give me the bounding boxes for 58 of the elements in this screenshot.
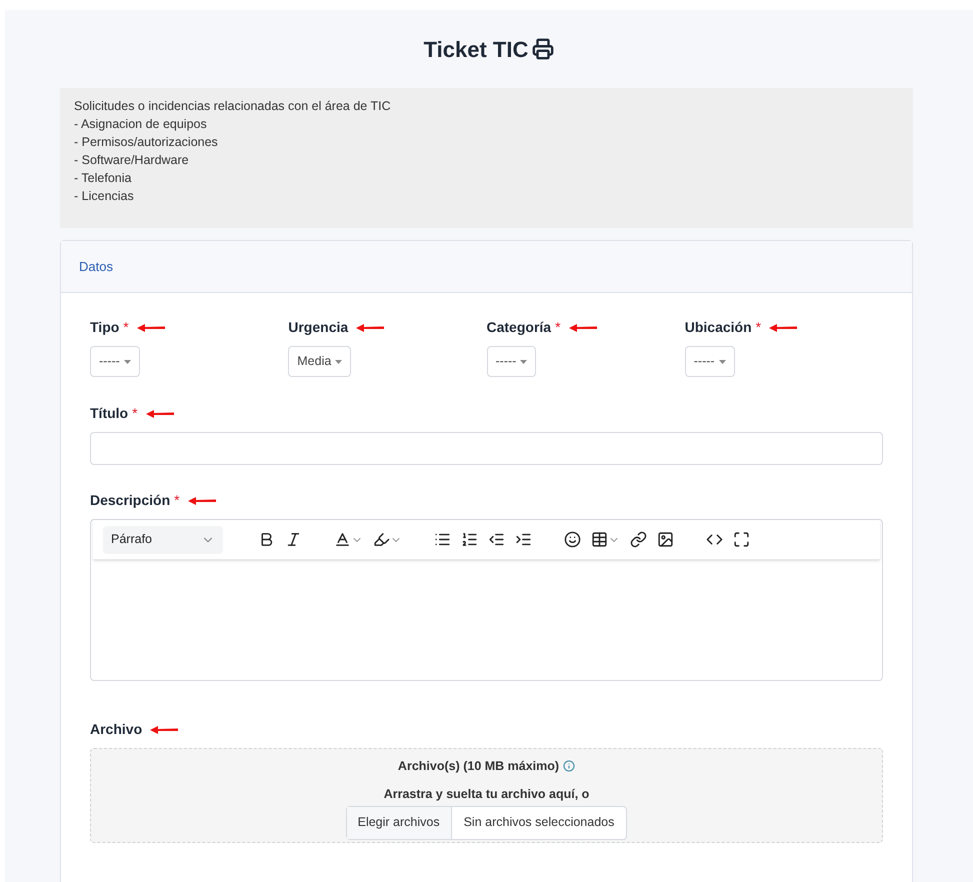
- field-label: Descripción: [90, 491, 170, 510]
- arrow-icon: [769, 324, 798, 332]
- numbered-list-icon[interactable]: [461, 531, 478, 548]
- required-asterisk: *: [174, 491, 180, 510]
- field-label: Tipo: [90, 318, 120, 337]
- file-limit-text: Archivo(s) (10 MB máximo): [398, 758, 560, 775]
- file-input-field[interactable]: Elegir archivos Sin archivos seleccionados: [346, 806, 628, 840]
- select-dropdown[interactable]: -----: [684, 346, 735, 377]
- field-label: Ubicación: [684, 318, 752, 337]
- emoji-icon[interactable]: [564, 531, 581, 548]
- select-dropdown[interactable]: Media: [288, 346, 352, 377]
- description-item: - Licencias: [74, 188, 135, 205]
- outdent-icon[interactable]: [488, 531, 505, 548]
- required-asterisk: *: [132, 404, 138, 423]
- highlighter-icon[interactable]: [373, 531, 390, 548]
- description-item: - Permisos/autorizaciones: [74, 134, 219, 151]
- select-dropdown[interactable]: -----: [90, 346, 140, 377]
- caret-icon: [520, 360, 528, 364]
- caret-icon: [335, 360, 342, 364]
- select-dropdown[interactable]: -----: [486, 346, 536, 377]
- table-icon[interactable]: [591, 531, 608, 548]
- required-asterisk: *: [555, 318, 561, 337]
- description-item: - Asignacion de equipos: [74, 116, 208, 133]
- card-header: Datos: [79, 258, 113, 276]
- arrow-icon: [356, 324, 384, 332]
- printer-icon[interactable]: [532, 38, 554, 60]
- drop-instructions: Arrastra y suelta tu archivo aquí, o: [384, 786, 590, 803]
- arrow-icon: [188, 496, 216, 504]
- file-drop-zone[interactable]: Archivo(s) (10 MB máximo) Arrastra y suelta tu archivo aquí, o Elegir archivos Sin archivos seleccionados: [90, 748, 883, 843]
- rich-text-editor[interactable]: Párrafo: [90, 519, 883, 681]
- required-asterisk: *: [756, 318, 762, 337]
- field-label: Urgencia: [288, 318, 348, 337]
- block-format-dropdown[interactable]: Párrafo: [103, 526, 223, 554]
- link-icon[interactable]: [630, 531, 647, 548]
- caret-icon: [124, 360, 131, 364]
- required-asterisk: *: [123, 318, 129, 337]
- field-label: Archivo: [90, 720, 142, 739]
- field-label: Categoría: [486, 318, 552, 337]
- text-color-icon[interactable]: [334, 531, 351, 548]
- field-label: Título: [90, 404, 128, 423]
- caret-icon: [718, 360, 726, 364]
- page-title: Ticket TIC: [424, 36, 528, 64]
- description-item: - Telefonia: [74, 170, 132, 187]
- fullscreen-icon[interactable]: [733, 531, 750, 548]
- arrow-icon: [568, 324, 597, 332]
- image-icon[interactable]: [657, 531, 674, 548]
- indent-icon[interactable]: [515, 531, 532, 548]
- description-item: - Software/Hardware: [74, 152, 190, 169]
- file-status-text: Sin archivos seleccionados: [462, 814, 616, 832]
- bullet-list-icon[interactable]: [434, 531, 451, 548]
- arrow-icon: [146, 410, 174, 418]
- choose-files-button[interactable]: Elegir archivos: [346, 806, 452, 838]
- arrow-icon: [150, 726, 178, 734]
- arrow-icon: [136, 324, 165, 332]
- italic-icon[interactable]: [285, 531, 302, 548]
- description-text: Solicitudes o incidencias relacionadas con el área de TIC: [74, 98, 392, 115]
- info-icon[interactable]: [563, 760, 576, 772]
- title-input[interactable]: [90, 432, 883, 465]
